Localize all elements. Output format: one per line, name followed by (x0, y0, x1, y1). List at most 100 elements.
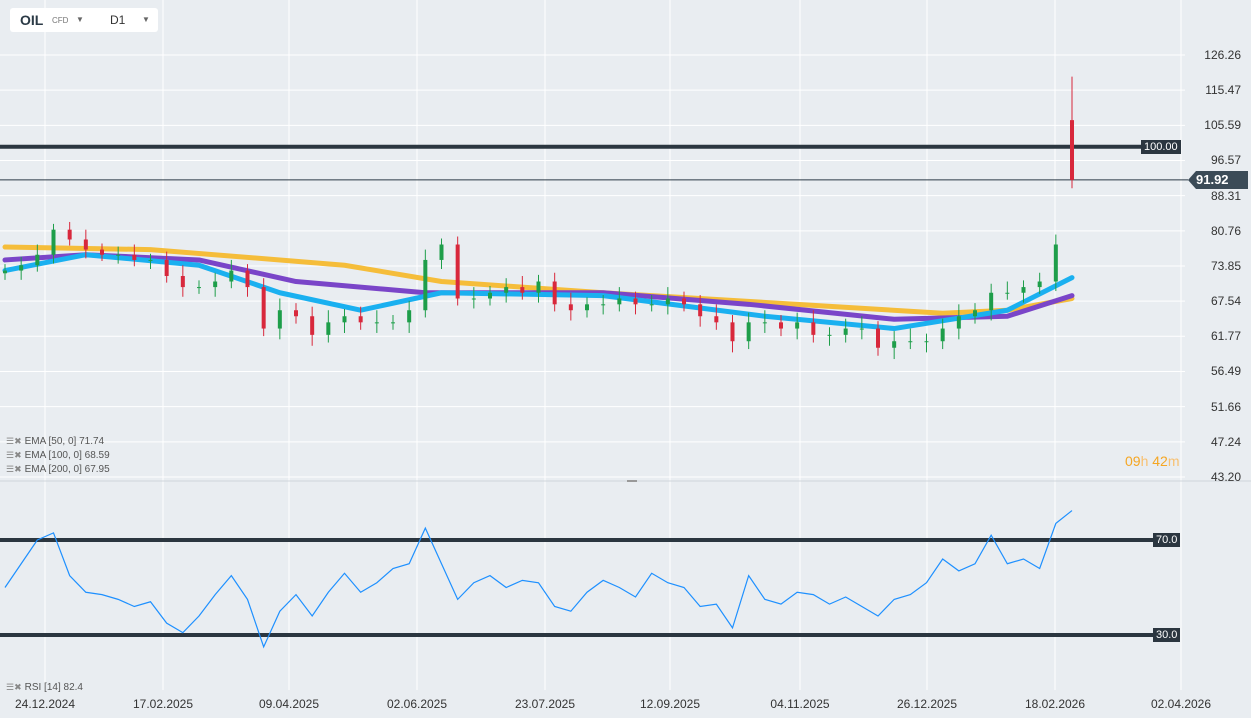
candle-body (245, 270, 250, 288)
current-price-tag: 91.92 (1188, 171, 1248, 189)
candle-body (843, 328, 848, 335)
candle-body (229, 270, 234, 282)
symbol-dropdown-icon[interactable]: ▼ (76, 15, 84, 24)
candle-body (665, 298, 670, 305)
candle-body (730, 322, 735, 342)
candle-body (504, 287, 509, 293)
candle-body (213, 281, 218, 288)
candle-timer: 09h 42m (1125, 453, 1180, 469)
candle-body (1070, 120, 1074, 180)
price-axis-label: 61.77 (1210, 329, 1241, 344)
price-chart[interactable] (0, 0, 1251, 718)
candle-body (601, 304, 606, 306)
candle-body (374, 322, 379, 324)
candle-body (277, 310, 282, 329)
candle-body (391, 322, 395, 324)
indicator-label: EMA [100, 0] 68.59 (24, 450, 110, 461)
candle-body (116, 254, 121, 256)
menu-icon[interactable]: ☰✖ (6, 436, 22, 446)
candle-body (956, 316, 961, 329)
date-axis-label: 17.02.2025 (132, 697, 194, 711)
candle-body (520, 287, 525, 293)
candle-body (585, 304, 589, 311)
candle-body (439, 244, 444, 260)
candle-body (407, 310, 412, 323)
candle-body (811, 322, 816, 335)
candle-body (1021, 287, 1026, 293)
symbol-name[interactable]: OIL (20, 12, 43, 28)
date-axis-label: 24.12.2024 (14, 697, 76, 711)
date-axis-label: 02.06.2025 (386, 697, 448, 711)
candle-body (827, 334, 832, 336)
candle-body (892, 341, 897, 348)
date-axis-label: 02.04.2026 (1150, 697, 1212, 711)
indicator-ema50[interactable]: ☰✖ EMA [50, 0] 71.74 (6, 436, 104, 447)
price-axis-label: 115.47 (1205, 83, 1241, 98)
candle-body (989, 292, 994, 311)
price-axis-label: 51.66 (1210, 399, 1241, 414)
candle-body (358, 316, 363, 323)
rsi-70-tag[interactable]: 70.0 (1153, 533, 1181, 547)
candle-body (762, 322, 767, 324)
candle-body (132, 254, 137, 260)
menu-icon[interactable]: ☰✖ (6, 450, 22, 460)
symbol-toolbar: OIL CFD ▼ D1 ▼ (10, 8, 158, 32)
candle-body (83, 239, 88, 250)
date-axis-label: 04.11.2025 (770, 697, 830, 711)
candle-body (326, 322, 331, 335)
candle-body (488, 292, 492, 299)
candle-body (908, 341, 913, 343)
candle-body (552, 281, 557, 305)
candle-body (698, 304, 703, 317)
menu-icon[interactable]: ☰✖ (6, 464, 22, 474)
candle-body (973, 310, 977, 317)
indicator-label: EMA [200, 0] 67.95 (24, 464, 110, 475)
candle-body (779, 322, 783, 329)
price-axis-label: 56.49 (1210, 364, 1241, 379)
candle-body (536, 281, 541, 293)
price-axis-label: 73.85 (1210, 259, 1241, 274)
candle-body (164, 259, 169, 277)
candle-body (568, 304, 573, 311)
price-axis-label: 88.31 (1210, 188, 1241, 203)
timeframe-dropdown-icon[interactable]: ▼ (142, 15, 150, 24)
candle-body (876, 328, 880, 348)
rsi-30-tag[interactable]: 30.0 (1153, 628, 1181, 642)
candle-body (310, 316, 315, 335)
price-axis-label: 43.20 (1210, 470, 1241, 484)
date-axis-label: 26.12.2025 (896, 697, 958, 711)
candle-body (342, 316, 347, 323)
level-100-tag[interactable]: 100.00 (1141, 140, 1181, 154)
indicator-ema100[interactable]: ☰✖ EMA [100, 0] 68.59 (6, 450, 110, 461)
candle-body (682, 298, 686, 305)
panel-resize-handle (627, 480, 637, 482)
candle-body (67, 229, 72, 240)
indicator-ema200[interactable]: ☰✖ EMA [200, 0] 67.95 (6, 464, 110, 475)
candle-body (714, 316, 719, 323)
candle-body (423, 259, 428, 311)
candle-body (180, 276, 185, 288)
candle-body (1037, 281, 1042, 288)
rsi-line (4, 510, 1073, 649)
candle-body (859, 328, 864, 330)
timeframe-select[interactable]: D1 (110, 13, 125, 27)
candle-body (1053, 244, 1058, 282)
candle-body (924, 341, 929, 343)
candle-body (19, 265, 24, 271)
candle-body (261, 287, 266, 329)
price-axis-label: 126.26 (1204, 48, 1241, 62)
candle-body (100, 249, 104, 255)
price-axis-label: 96.57 (1210, 153, 1241, 168)
candle-body (294, 310, 298, 317)
candle-body (3, 270, 7, 274)
candle-body (471, 298, 476, 300)
indicator-rsi[interactable]: ☰✖ RSI [14] 82.4 (6, 682, 83, 693)
date-axis-label: 18.02.2026 (1024, 697, 1086, 711)
candle-body (1005, 292, 1010, 294)
candle-body (617, 298, 622, 305)
price-axis-label: 47.24 (1210, 434, 1241, 449)
menu-icon[interactable]: ☰✖ (6, 682, 22, 692)
indicator-label: EMA [50, 0] 71.74 (24, 436, 105, 447)
price-axis-label: 105.59 (1204, 118, 1241, 133)
indicator-label: RSI [14] 82.4 (24, 682, 83, 693)
